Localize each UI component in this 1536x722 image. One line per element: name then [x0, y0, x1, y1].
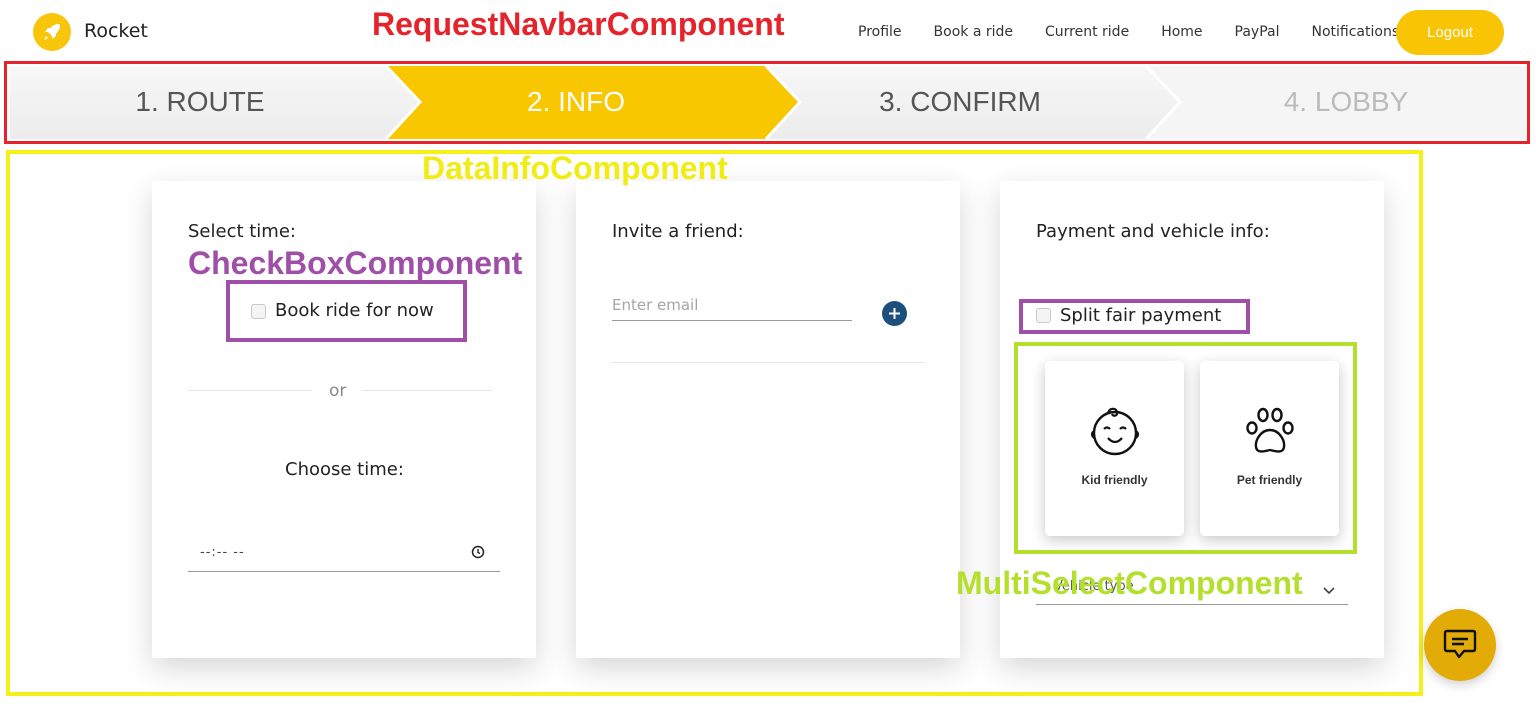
email-input[interactable] — [612, 320, 852, 321]
chevron-down-icon[interactable] — [1323, 580, 1335, 599]
data-info-annotation: DataInfoComponent — [422, 150, 728, 186]
clock-icon[interactable] — [471, 544, 485, 563]
nav-links: Profile Book a ride Current ride Home Pa… — [858, 24, 1431, 40]
nav-link-profile[interactable]: Profile — [858, 24, 902, 40]
step-confirm-label[interactable]: 3. CONFIRM — [770, 86, 1150, 118]
checkbox-annotation: CheckBoxComponent — [188, 245, 523, 281]
nav-link-current-ride[interactable]: Current ride — [1045, 24, 1129, 40]
rocket-logo-icon[interactable] — [33, 13, 71, 51]
checkbox-annotation-frame — [226, 280, 467, 342]
step-info-label[interactable]: 2. INFO — [386, 86, 766, 118]
nav-link-home[interactable]: Home — [1161, 24, 1202, 40]
step-route-label[interactable]: 1. ROUTE — [10, 86, 390, 118]
step-lobby-label[interactable]: 4. LOBBY — [1156, 86, 1536, 118]
request-navbar-annotation: RequestNavbarComponent — [372, 6, 785, 42]
invite-friend-title: Invite a friend: — [612, 221, 744, 242]
invite-friend-card: Invite a friend: Enter email — [576, 181, 960, 658]
progress-stepper: 1. ROUTE 2. INFO 3. CONFIRM 4. LOBBY — [10, 66, 1526, 139]
vehicle-type-underline — [1036, 604, 1348, 605]
multiselect-annotation-frame — [1014, 342, 1357, 554]
time-input-value[interactable]: --:-- -- — [200, 545, 245, 560]
or-divider-left — [188, 390, 312, 391]
select-time-title: Select time: — [188, 221, 296, 242]
payment-vehicle-title: Payment and vehicle info: — [1036, 221, 1270, 242]
email-input-placeholder[interactable]: Enter email — [612, 296, 698, 314]
or-label: or — [329, 381, 347, 401]
brand-name[interactable]: Rocket — [84, 20, 148, 42]
logout-button[interactable]: Logout — [1396, 10, 1504, 55]
nav-link-paypal[interactable]: PayPal — [1235, 24, 1280, 40]
split-payment-annotation-frame — [1019, 299, 1250, 334]
add-friend-button[interactable] — [882, 301, 907, 326]
nav-link-notifications[interactable]: Notifications — [1312, 24, 1400, 40]
or-divider-right — [362, 390, 492, 391]
choose-time-label: Choose time: — [285, 459, 404, 480]
multiselect-annotation: MultiSelectComponent — [956, 565, 1303, 601]
invite-divider — [612, 362, 924, 363]
chat-button[interactable] — [1424, 609, 1496, 681]
plus-icon — [889, 308, 900, 319]
time-input[interactable] — [188, 571, 500, 572]
chat-icon — [1443, 629, 1477, 659]
nav-link-book-ride[interactable]: Book a ride — [934, 24, 1013, 40]
